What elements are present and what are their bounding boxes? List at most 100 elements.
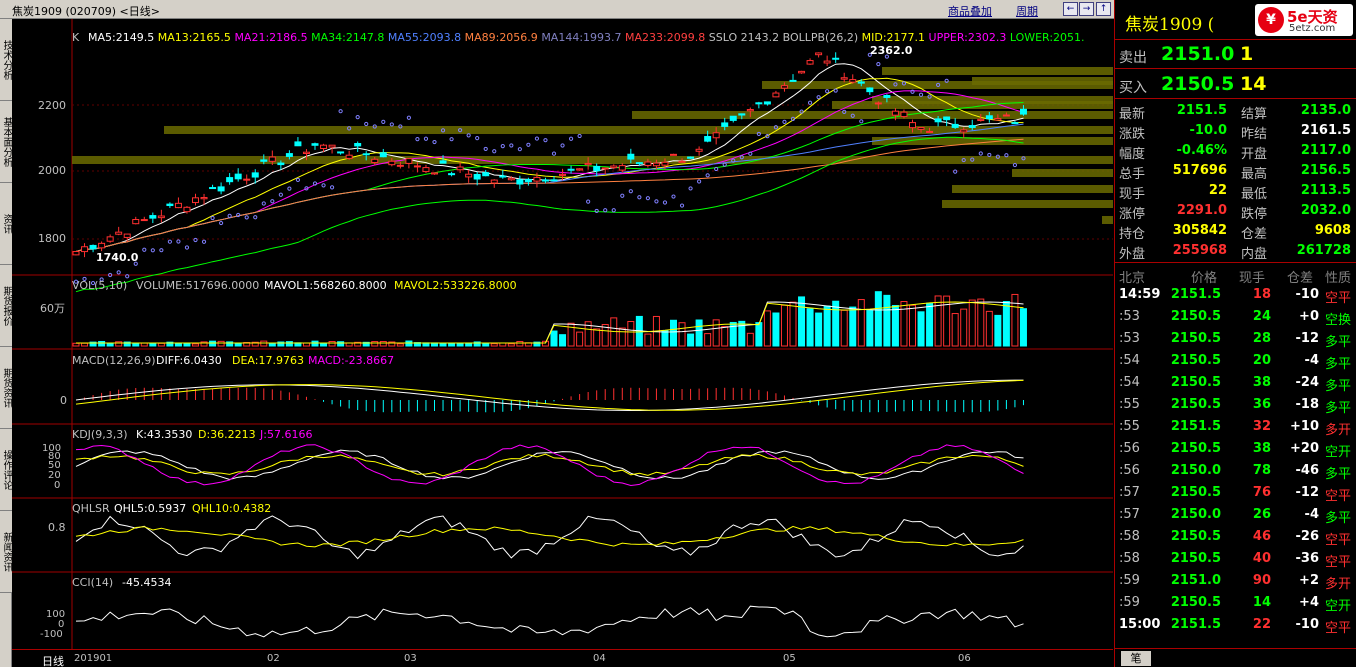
sar-dot (381, 119, 386, 124)
tick-row[interactable]: :57 2150.5 76 -12 空平 (1115, 482, 1356, 504)
sar-dot (825, 89, 830, 94)
tick-row[interactable]: :56 2150.5 38 +20 空开 (1115, 438, 1356, 460)
tab-technical-analysis[interactable]: 技术分析 (0, 19, 12, 101)
candle-body (482, 172, 490, 177)
candle-body (926, 130, 934, 133)
chart-area[interactable]: K MA5:2149.5 MA13:2165.5 MA21:2186.5 MA3… (12, 19, 1113, 649)
tab-futures-news[interactable]: 期货资讯 (0, 347, 12, 429)
stat-value: 2135.0 (1300, 103, 1351, 118)
tick-type: 空平 (1324, 555, 1351, 570)
tick-time: :58 (1119, 529, 1140, 544)
tab-news-info[interactable]: 新闻资讯 (0, 511, 12, 593)
low-price-label: 1740.0 (96, 251, 139, 264)
volume-bar (704, 333, 712, 347)
tab-comments[interactable]: 操作评论 (0, 429, 12, 511)
stat-label: 最高 (1241, 167, 1268, 182)
volume-profile-bar (632, 111, 1113, 119)
volume-bar (550, 330, 558, 347)
tick-type: 空平 (1324, 533, 1351, 548)
candle-body (866, 87, 874, 93)
tab-news[interactable]: 资讯 (0, 183, 12, 265)
sar-dot (295, 177, 301, 183)
period-label[interactable]: 日线 (42, 653, 64, 667)
tick-type: 多平 (1324, 401, 1351, 416)
y-label-2200: 2200 (38, 99, 66, 112)
volume-bar (174, 342, 182, 347)
candle-body (721, 122, 729, 127)
sar-dot (423, 136, 429, 141)
tick-row[interactable]: :54 2150.5 38 -24 多平 (1115, 372, 1356, 394)
candle-body (874, 102, 882, 105)
tick-row[interactable]: 14:59 2151.5 18 -10 空平 (1115, 284, 1356, 306)
tick-row[interactable]: :55 2151.5 32 +10 多开 (1115, 416, 1356, 438)
sar-dot (833, 88, 838, 93)
volume-bar (405, 340, 413, 347)
sar-dot (662, 200, 668, 205)
candle-body (687, 156, 695, 159)
chart-canvas[interactable] (12, 19, 1113, 649)
volume-bar (559, 334, 567, 347)
candle-body (644, 161, 652, 166)
candle-body (576, 168, 584, 171)
candle-body (123, 233, 131, 238)
candle-body (661, 161, 669, 166)
volume-bar (806, 308, 814, 347)
stat-label: 最新 (1119, 107, 1146, 122)
tick-time: :55 (1119, 419, 1140, 434)
candle-body (422, 167, 430, 173)
tick-type: 多平 (1324, 357, 1351, 372)
stat-label: 内盘 (1241, 247, 1268, 262)
tick-row[interactable]: :53 2150.5 28 -12 多平 (1115, 328, 1356, 350)
sar-dot (714, 166, 719, 172)
sar-dot (116, 270, 121, 275)
tick-row[interactable]: :58 2150.5 40 -36 空平 (1115, 548, 1356, 570)
candle-body (900, 111, 908, 118)
candle-body (157, 215, 165, 219)
scroll-right-button[interactable]: → (1079, 2, 1094, 16)
sar-dot (236, 212, 241, 218)
tick-row[interactable]: :53 2150.5 24 +0 空换 (1115, 306, 1356, 328)
volume-bar (268, 342, 276, 347)
candle-body (755, 102, 763, 105)
tab-futures-quotes[interactable]: 期货报价 (0, 265, 12, 347)
ma-legend-item: MA34:2147.8 (311, 31, 385, 44)
ma-legend-item: LOWER:2051. (1009, 31, 1085, 44)
volume-bar (746, 332, 754, 347)
volume-bar (909, 304, 916, 347)
zoom-in-button[interactable]: ↑ (1096, 2, 1111, 16)
tick-type: 多平 (1324, 335, 1351, 350)
sar-dot (142, 247, 147, 252)
volume-bar (823, 305, 831, 347)
candle-body (183, 206, 191, 213)
volume-bar (891, 305, 899, 347)
tab-ticks[interactable]: 笔 (1121, 651, 1151, 666)
sar-dot (355, 115, 360, 120)
add-commodity-link[interactable]: 商品叠加 (948, 3, 992, 19)
tick-row[interactable]: :59 2151.0 90 +2 多开 (1115, 570, 1356, 592)
candle-body (1019, 108, 1027, 115)
tick-row[interactable]: :55 2150.5 36 -18 多平 (1115, 394, 1356, 416)
tick-row[interactable]: :58 2150.5 46 -26 空平 (1115, 526, 1356, 548)
tick-price: 2151.0 (1170, 573, 1221, 588)
tick-time: :59 (1119, 573, 1140, 588)
bid-row: 买入 2150.5 14 (1115, 70, 1356, 99)
period-link[interactable]: 周期 (1016, 3, 1038, 19)
tick-row[interactable]: :59 2150.5 14 +4 空开 (1115, 592, 1356, 614)
sar-dot (807, 100, 813, 105)
volume-bar (1002, 301, 1010, 347)
volume-bar (192, 343, 199, 347)
tick-row[interactable]: :57 2150.0 26 -4 多平 (1115, 504, 1356, 526)
symbol-name: 焦炭1909 ( (1125, 15, 1215, 35)
tick-row[interactable]: 15:00 2151.5 22 -10 空平 (1115, 614, 1356, 636)
candle-body (456, 166, 464, 171)
tick-oi-change: +0 (1299, 309, 1319, 324)
tick-volume: 76 (1252, 485, 1271, 500)
sar-dot (560, 143, 565, 148)
tick-row[interactable]: :54 2150.5 20 -4 多平 (1115, 350, 1356, 372)
cci-y-neg100: -100 (40, 629, 63, 640)
sar-dot (637, 195, 642, 200)
tab-fundamental-analysis[interactable]: 基本面分析 (0, 101, 12, 183)
ask-row: 卖出 2151.0 1 (1115, 40, 1356, 69)
tick-row[interactable]: :56 2150.0 78 -46 多平 (1115, 460, 1356, 482)
scroll-left-button[interactable]: ← (1063, 2, 1078, 16)
